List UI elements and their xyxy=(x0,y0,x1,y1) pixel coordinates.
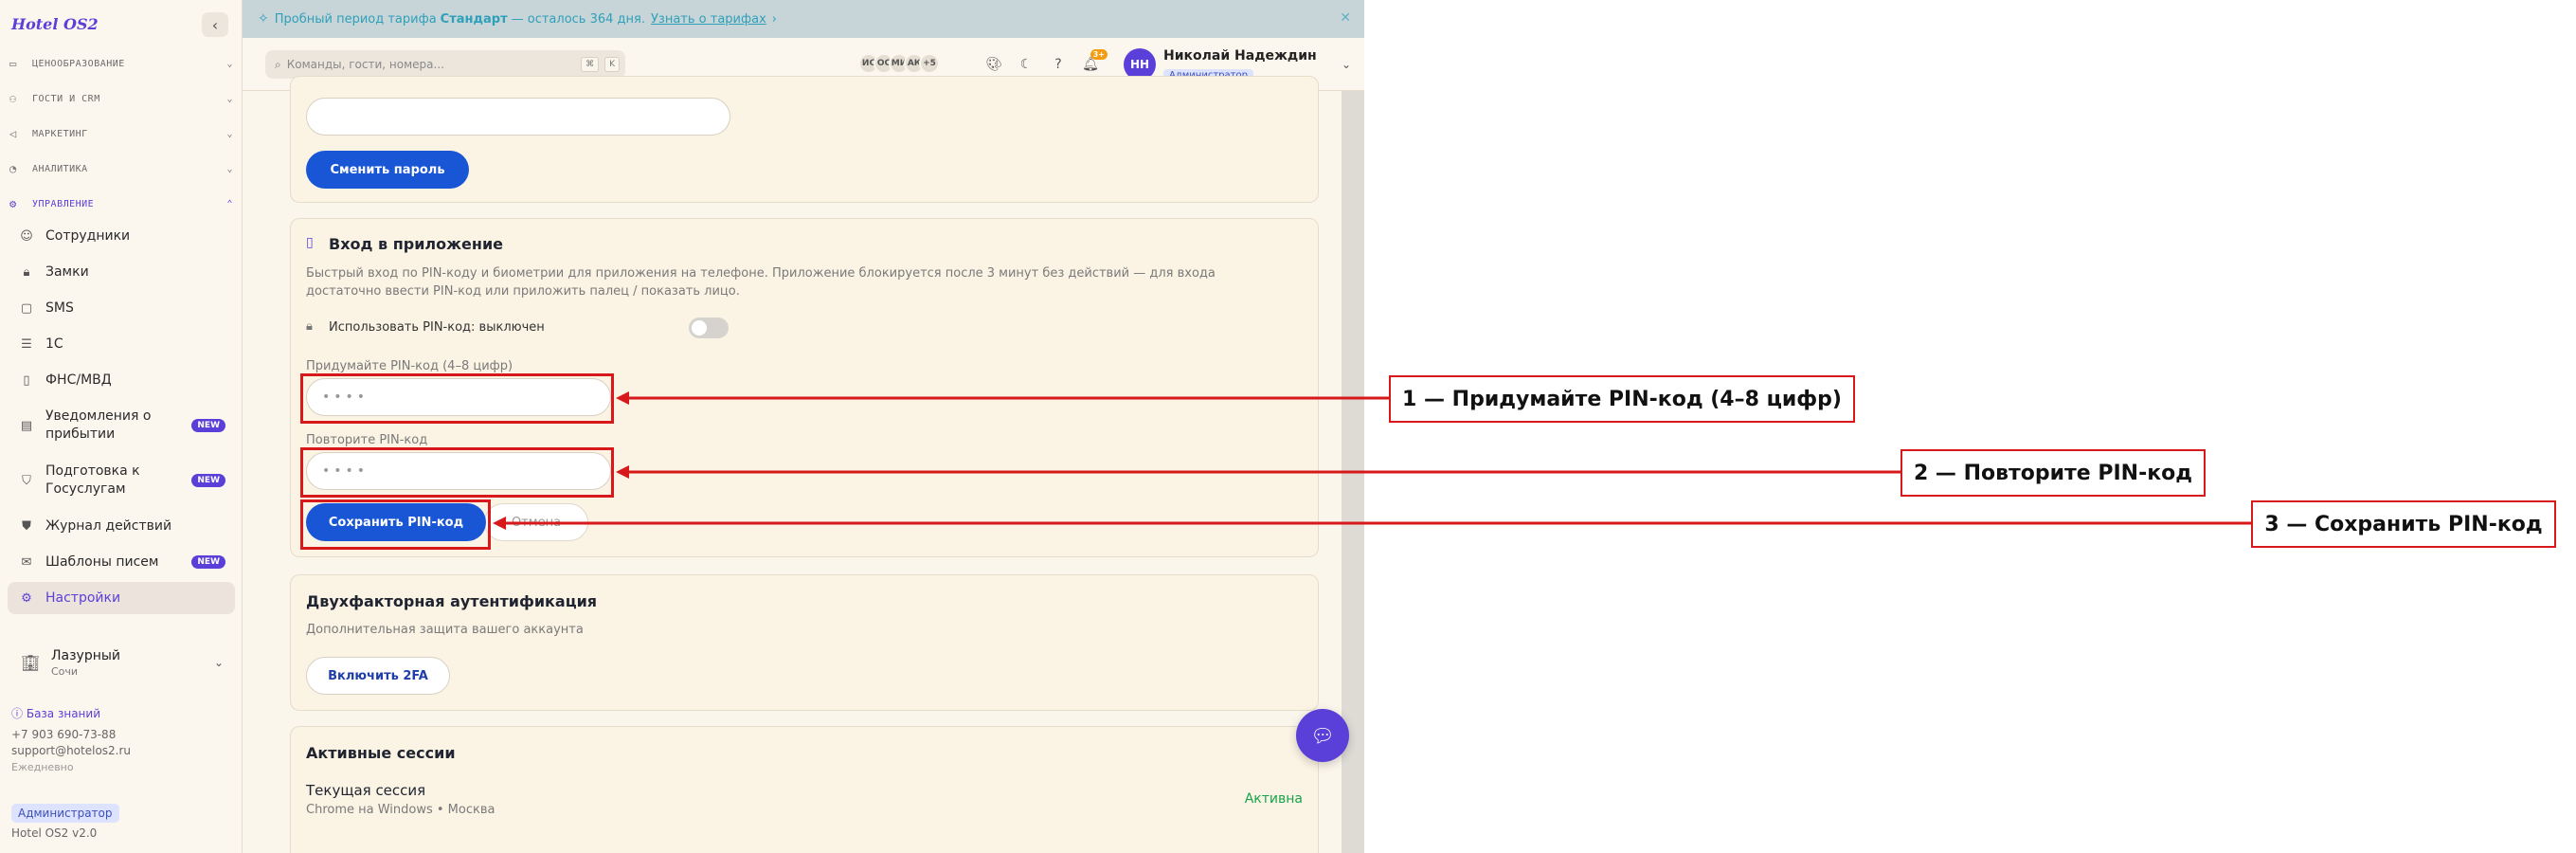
callout-1: 1 — Придумайте PIN-код (4–8 цифр) xyxy=(1389,375,1855,423)
callout-3: 3 — Сохранить PIN-код xyxy=(2251,500,2556,548)
arrow-head-2 xyxy=(616,465,629,479)
arrow-head-1 xyxy=(616,391,629,405)
annotation-arrows xyxy=(493,391,2251,530)
arrow-head-3 xyxy=(493,517,506,530)
callout-2: 2 — Повторите PIN-код xyxy=(1900,449,2206,497)
